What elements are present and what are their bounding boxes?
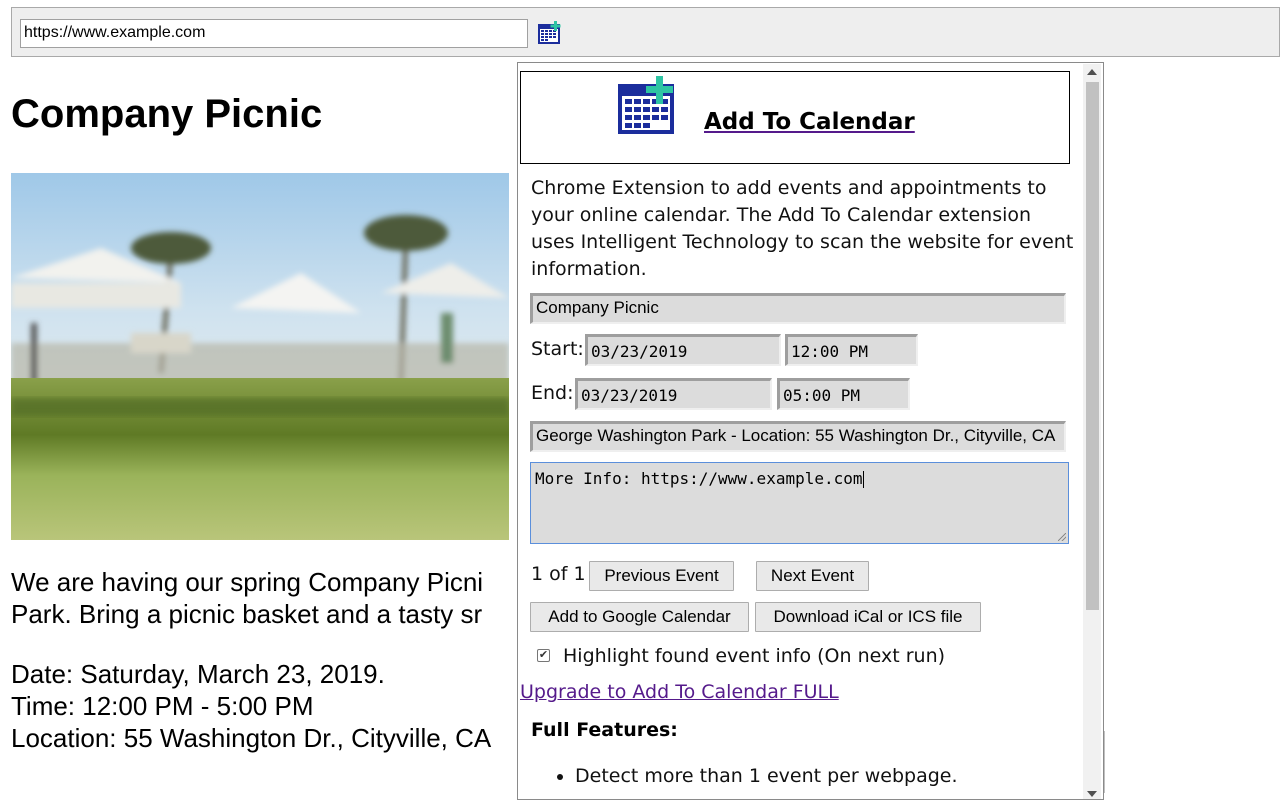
- features-heading: Full Features:: [531, 719, 678, 741]
- upgrade-link[interactable]: Upgrade to Add To Calendar FULL: [520, 681, 839, 703]
- end-label: End:: [531, 382, 574, 404]
- text-caret: [862, 471, 864, 488]
- event-description-text: We are having our spring Company Picni P…: [11, 567, 484, 629]
- previous-event-button[interactable]: Previous Event: [589, 561, 734, 591]
- event-title-field[interactable]: Company Picnic: [530, 293, 1066, 324]
- url-input[interactable]: https://www.example.com: [20, 19, 528, 48]
- scrollbar-thumb[interactable]: [1086, 82, 1099, 610]
- highlight-checkbox[interactable]: ✔: [537, 649, 550, 662]
- event-pager: 1 of 1: [531, 563, 586, 585]
- event-date: Date: Saturday, March 23, 2019.: [11, 659, 385, 689]
- event-time: Time: 12:00 PM - 5:00 PM: [11, 691, 314, 721]
- popup-scrollbar[interactable]: [1083, 64, 1101, 799]
- details-textarea[interactable]: More Info: https://www.example.com: [530, 462, 1069, 544]
- resize-grip-icon[interactable]: [1058, 533, 1066, 541]
- picnic-park-photo: [11, 173, 509, 540]
- list-item: Detect more than 1 event per webpage.: [575, 763, 958, 790]
- event-details: Date: Saturday, March 23, 2019. Time: 12…: [11, 658, 516, 754]
- calendar-plus-icon: [616, 76, 678, 138]
- add-to-calendar-popup: Add To Calendar Chrome Extension to add …: [517, 62, 1104, 800]
- end-time-field[interactable]: 05:00 PM: [777, 378, 910, 410]
- start-time-field[interactable]: 12:00 PM: [785, 334, 918, 366]
- scroll-down-arrow-icon[interactable]: [1087, 791, 1097, 797]
- start-date-field[interactable]: 03/23/2019: [585, 334, 781, 366]
- page-divider: [1104, 731, 1109, 793]
- page-title: Company Picnic: [11, 92, 323, 136]
- highlight-label: Highlight found event info (On next run): [563, 645, 946, 667]
- browser-toolbar: https://www.example.com: [11, 7, 1280, 57]
- download-ical-button[interactable]: Download iCal or ICS file: [755, 602, 981, 632]
- event-location: Location: 55 Washington Dr., Cityville, …: [11, 723, 492, 753]
- details-text: More Info: https://www.example.com: [535, 469, 863, 488]
- add-to-calendar-link[interactable]: Add To Calendar: [704, 109, 915, 135]
- popup-description: Chrome Extension to add events and appoi…: [531, 177, 1074, 280]
- add-to-google-calendar-button[interactable]: Add to Google Calendar: [530, 602, 749, 632]
- next-event-button[interactable]: Next Event: [756, 561, 869, 591]
- end-date-field[interactable]: 03/23/2019: [575, 378, 772, 410]
- scroll-up-arrow-icon[interactable]: [1087, 69, 1097, 75]
- features-list: Detect more than 1 event per webpage.: [518, 763, 958, 790]
- calendar-plus-icon[interactable]: [537, 20, 563, 46]
- location-field[interactable]: George Washington Park - Location: 55 Wa…: [530, 421, 1066, 452]
- start-label: Start:: [531, 338, 584, 360]
- popup-header: Add To Calendar: [520, 71, 1070, 164]
